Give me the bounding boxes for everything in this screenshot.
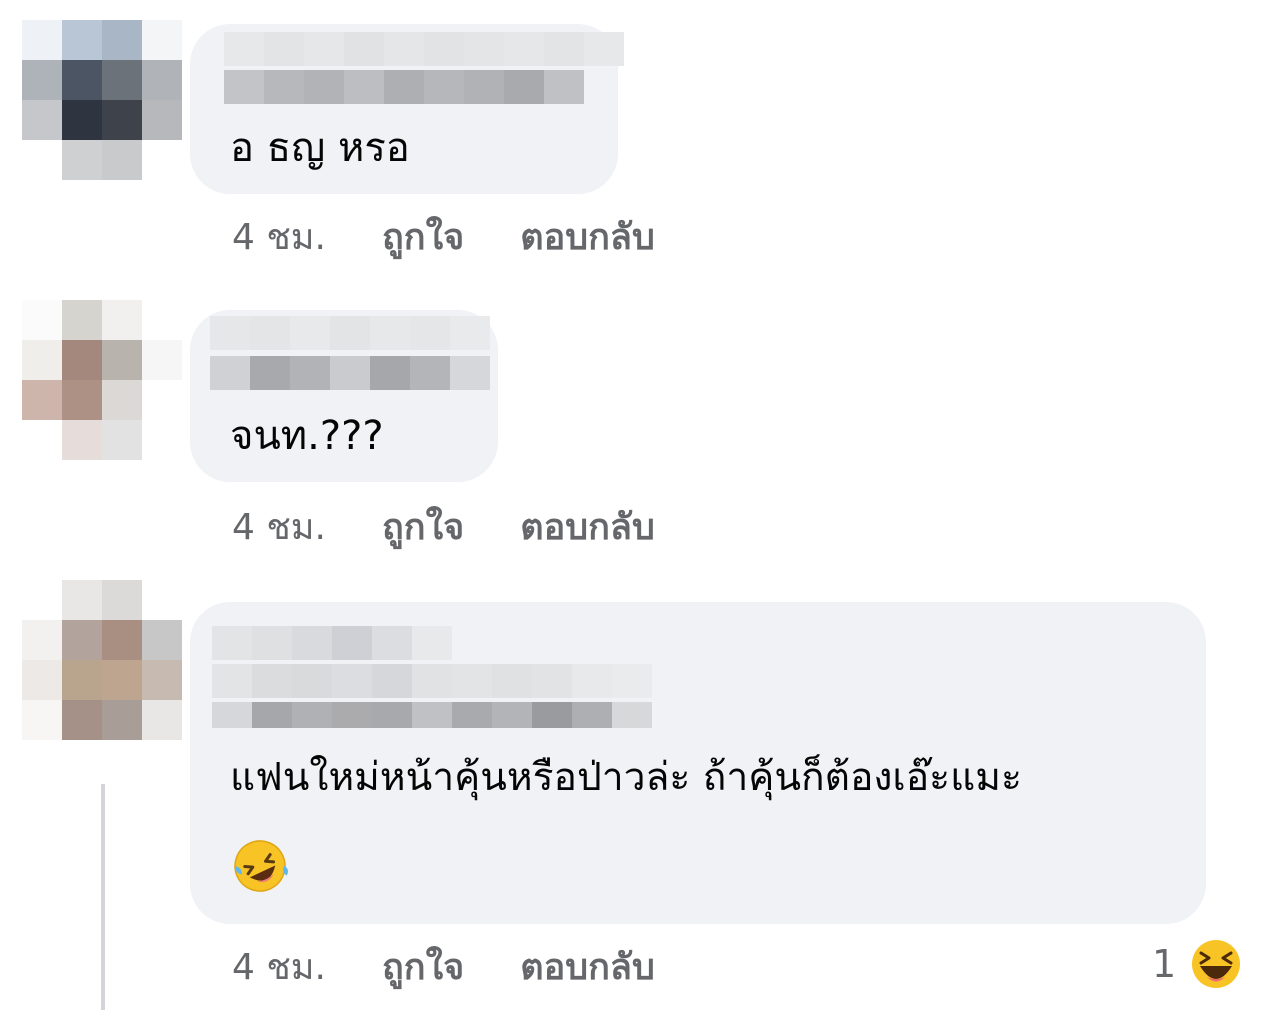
commenter-subline	[212, 702, 652, 728]
reply-thread-line	[101, 784, 105, 1010]
like-button[interactable]: ถูกใจ	[382, 938, 464, 995]
comment-timestamp[interactable]: 4 ชม.	[232, 938, 326, 995]
comment-actions: 4 ชม. ถูกใจ ตอบกลับ	[232, 498, 655, 554]
comment-text: จนท.???	[230, 413, 384, 459]
avatar[interactable]	[22, 20, 182, 180]
reply-button[interactable]: ตอบกลับ	[520, 938, 655, 995]
comment-text: แฟนใหม่หน้าคุ้นหรือป่าวล่ะ ถ้าคุ้นก็ต้อง…	[230, 755, 1022, 800]
reaction-count[interactable]: 1	[1152, 942, 1176, 986]
comment-actions: 4 ชม. ถูกใจ ตอบกลับ	[232, 208, 655, 264]
rolling-on-floor-laughing-emoji	[234, 840, 288, 892]
reply-button[interactable]: ตอบกลับ	[520, 208, 655, 265]
haha-reaction-icon[interactable]	[1188, 936, 1244, 992]
commenter-subline	[224, 70, 584, 104]
commenter-subline	[210, 356, 490, 390]
commenter-name[interactable]	[212, 626, 452, 660]
commenter-name[interactable]	[224, 32, 624, 66]
comment-timestamp[interactable]: 4 ชม.	[232, 498, 326, 555]
avatar[interactable]	[22, 580, 182, 740]
reply-button[interactable]: ตอบกลับ	[520, 498, 655, 555]
commenter-name[interactable]	[210, 316, 490, 350]
comment-actions: 4 ชม. ถูกใจ ตอบกลับ	[232, 938, 655, 994]
comment-text: อ ธญ หรอ	[230, 125, 410, 171]
like-button[interactable]: ถูกใจ	[382, 498, 464, 555]
like-button[interactable]: ถูกใจ	[382, 208, 464, 265]
comment-timestamp[interactable]: 4 ชม.	[232, 208, 326, 265]
commenter-subline	[212, 664, 652, 698]
avatar[interactable]	[22, 300, 182, 460]
